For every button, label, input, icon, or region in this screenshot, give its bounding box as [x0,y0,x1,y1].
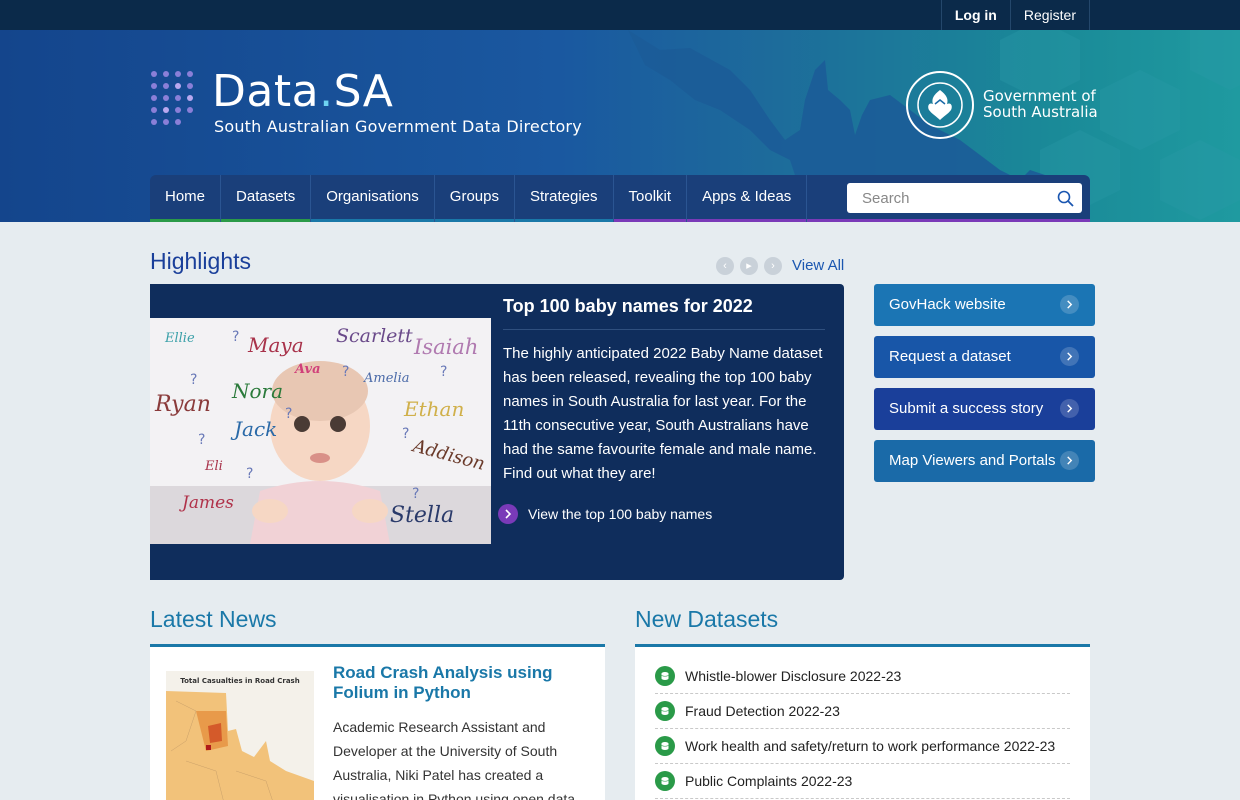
carousel-prev-icon[interactable]: ‹ [716,257,734,275]
sa-crest-icon [906,71,974,139]
quick-link-label: GovHack website [889,296,1006,313]
name-scarlett: Scarlett [336,325,413,347]
svg-text:?: ? [232,329,239,345]
svg-text:?: ? [190,372,197,388]
new-datasets-panel: Whistle-blower Disclosure 2022-23 Fraud D… [635,644,1090,800]
road-crash-map-thumbnail[interactable]: Total Casualties in Road Crash [166,671,314,800]
svg-text:?: ? [440,364,447,380]
highlight-cta[interactable]: View the top 100 baby names [498,504,712,524]
chevron-right-icon [1060,451,1079,470]
dataset-item[interactable]: Public Complaints 2022-23 [655,764,1070,799]
nav-item-home[interactable]: Home [150,175,222,222]
carousel-next-icon[interactable]: › [764,257,782,275]
nav-item-datasets[interactable]: Datasets [221,175,312,222]
nav-item-groups[interactable]: Groups [434,175,515,222]
nav-item-organisations[interactable]: Organisations [311,175,435,222]
site-subtitle: South Australian Government Data Directo… [214,117,582,136]
site-title-main: Data [212,66,320,117]
search-input[interactable] [847,183,1047,213]
nav-item-strategies[interactable]: Strategies [514,175,614,222]
dataset-icon [655,736,675,756]
quick-link-label: Request a dataset [889,348,1011,365]
highlight-text: Top 100 baby names for 2022 The highly a… [503,296,825,486]
dataset-item[interactable]: Fraud Detection 2022-23 [655,694,1070,729]
carousel-controls: ‹ ▸ › [716,257,782,275]
site-title-dot: . [319,66,334,117]
highlight-title[interactable]: Top 100 baby names for 2022 [503,296,825,330]
dataset-title: Public Complaints 2022-23 [685,773,853,789]
quick-link-button[interactable]: Request a dataset [874,336,1095,378]
dataset-item[interactable]: Whistle-blower Disclosure 2022-23 [655,659,1070,694]
map-thumbnail-image: Total Casualties in Road Crash [166,671,314,800]
name-ethan: Ethan [403,397,464,421]
latest-news-panel: Total Casualties in Road Crash Road Cras… [150,644,605,800]
dataset-icon [655,701,675,721]
search-accent-line [807,219,1090,222]
logo-dots-icon [151,71,193,125]
highlight-cta-label: View the top 100 baby names [528,506,713,522]
main-nav: Home Datasets Organisations Groups Strategie… [150,175,1090,222]
account-links: Log in Register [940,0,1090,30]
highlight-body: The highly anticipated 2022 Baby Name da… [503,345,823,482]
site-title: Data.SA [212,66,393,117]
gov-text: Government of South Australia [983,88,1098,120]
baby-names-illustration: Ellie Maya Scarlett Isaiah Ava Amelia No… [150,286,491,576]
svg-text:?: ? [198,432,205,448]
nav-item-apps-ideas[interactable]: Apps & Ideas [687,175,808,222]
news-article-excerpt: Academic Research Assistant and Develope… [333,719,576,800]
name-isaiah: Isaiah [413,335,478,359]
name-stella: Stella [390,503,454,528]
carousel-play-icon[interactable]: ▸ [740,257,758,275]
name-jack: Jack [230,417,277,441]
chevron-right-icon [1060,347,1079,366]
gov-text-line1: Government of [983,87,1096,105]
latest-news-heading: Latest News [150,606,277,632]
name-ava: Ava [293,362,321,377]
search-box [847,183,1082,213]
name-maya: Maya [247,333,304,357]
news-article-title[interactable]: Road Crash Analysis using Folium in Pyth… [333,663,583,703]
login-link[interactable]: Log in [940,0,1010,30]
highlights-heading: Highlights [150,248,251,274]
new-datasets-heading: New Datasets [635,606,779,632]
nav-item-toolkit[interactable]: Toolkit [613,175,688,222]
thumb-title: Total Casualties in Road Crash [180,677,299,685]
svg-text:?: ? [412,486,419,502]
name-amelia: Amelia [363,371,409,386]
name-ryan: Ryan [154,392,211,417]
chevron-right-icon [1060,295,1079,314]
quick-link-button[interactable]: GovHack website [874,284,1095,326]
dataset-title: Work health and safety/return to work pe… [685,738,1056,754]
dataset-icon [655,771,675,791]
gov-text-line2: South Australia [983,103,1098,121]
svg-text:?: ? [246,466,253,482]
dataset-list: Whistle-blower Disclosure 2022-23 Fraud D… [655,659,1070,799]
dataset-item[interactable]: Work health and safety/return to work pe… [655,729,1070,764]
name-ellie: Ellie [164,331,195,346]
svg-text:?: ? [342,364,349,380]
name-eli: Eli [204,459,223,474]
top-bar: Log in Register [0,0,1240,30]
site-title-suffix: SA [333,66,394,117]
quick-links: GovHack website Request a dataset Submit a… [874,284,1095,492]
quick-link-button[interactable]: Map Viewers and Portals [874,440,1095,482]
dataset-title: Fraud Detection 2022-23 [685,703,840,719]
view-all-link[interactable]: View All [792,257,844,274]
name-nora: Nora [231,379,283,403]
highlight-card: Ellie Maya Scarlett Isaiah Ava Amelia No… [150,284,844,580]
quick-link-label: Map Viewers and Portals [889,452,1056,469]
name-james: James [179,493,234,513]
svg-text:?: ? [285,406,292,422]
search-icon[interactable] [1057,190,1074,207]
dataset-title: Whistle-blower Disclosure 2022-23 [685,668,902,684]
register-link[interactable]: Register [1009,0,1090,30]
svg-text:?: ? [402,426,409,442]
baby-names-image[interactable]: Ellie Maya Scarlett Isaiah Ava Amelia No… [150,286,491,576]
quick-link-label: Submit a success story [889,400,1044,417]
quick-link-button[interactable]: Submit a success story [874,388,1095,430]
dataset-icon [655,666,675,686]
chevron-right-icon [1060,399,1079,418]
chevron-right-icon [498,504,518,524]
